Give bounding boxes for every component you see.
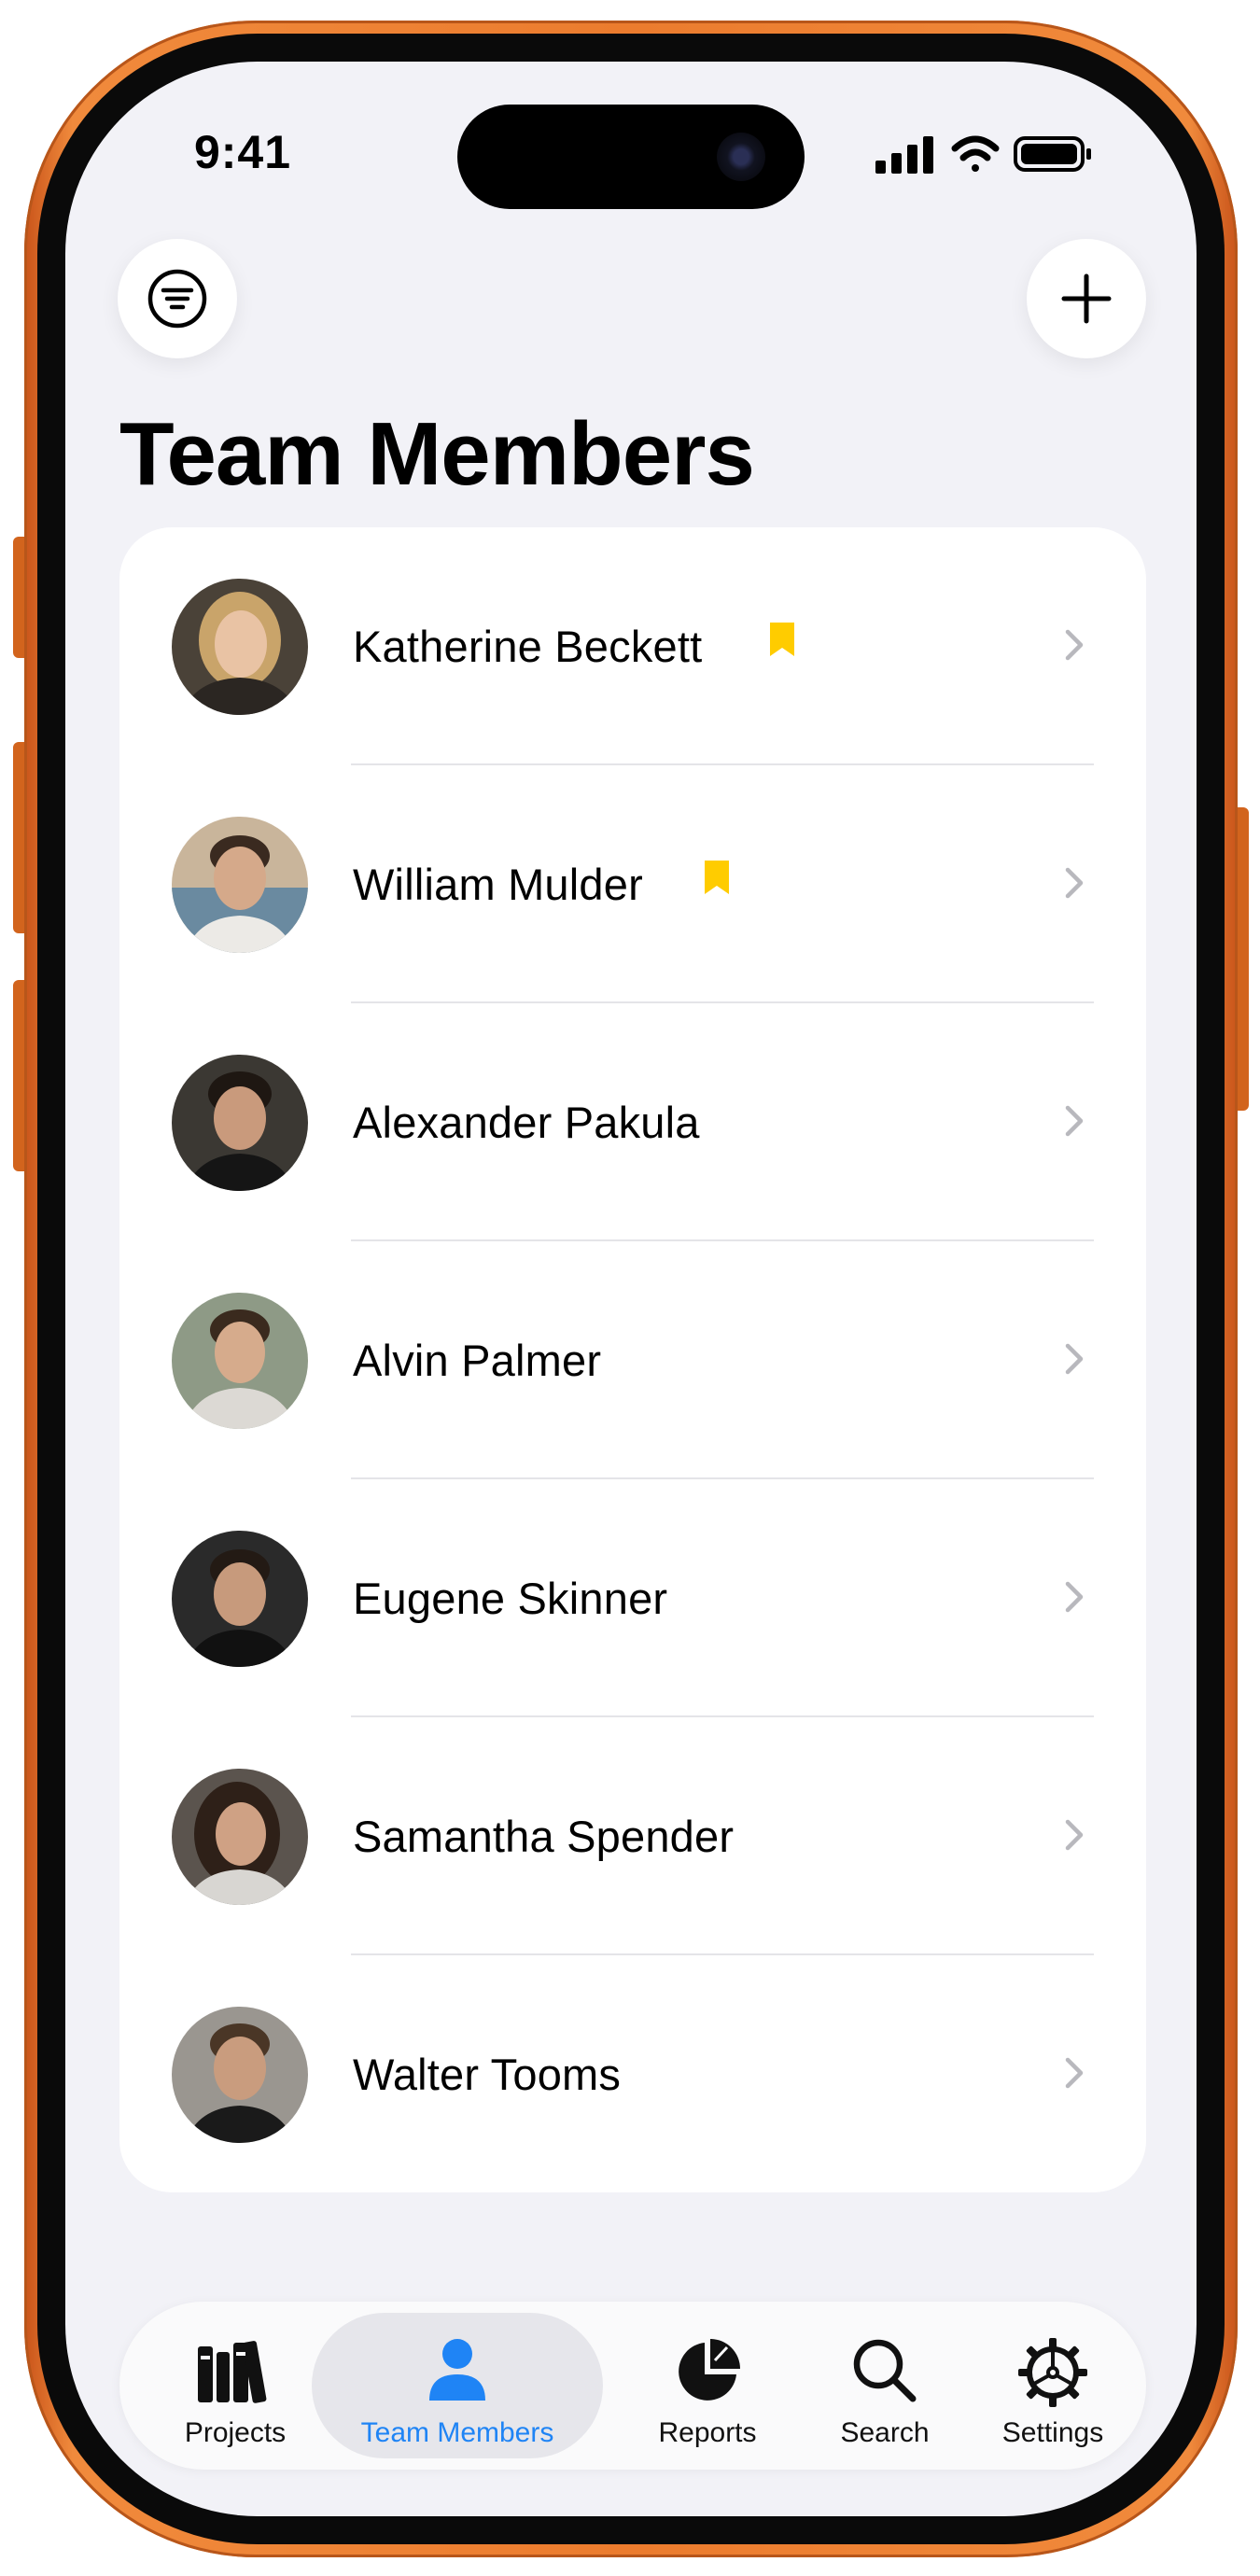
status-time: 9:41 — [193, 126, 292, 178]
chevron-right-icon — [1065, 629, 1084, 661]
chevron-right-icon — [1065, 2057, 1084, 2089]
battery-icon — [1014, 136, 1091, 172]
avatar — [172, 1055, 308, 1191]
dynamic-island — [457, 105, 805, 209]
chevron-right-icon — [1065, 1819, 1084, 1851]
member-name: Katherine Beckett — [353, 622, 703, 671]
avatar — [172, 579, 308, 715]
tab-team-members[interactable]: Team Members — [312, 2313, 603, 2458]
front-camera — [717, 133, 765, 181]
tab-label: Search — [840, 2417, 930, 2448]
chevron-right-icon — [1065, 1581, 1084, 1613]
member-name: William Mulder — [353, 860, 643, 909]
tab-settings[interactable]: Settings — [969, 2313, 1137, 2458]
member-name: Alexander Pakula — [353, 1098, 700, 1147]
member-row[interactable]: Alvin Palmer — [119, 1241, 1146, 1479]
chevron-right-icon — [1065, 1343, 1084, 1375]
member-name: Alvin Palmer — [353, 1336, 602, 1385]
member-name: Samantha Spender — [353, 1812, 735, 1861]
member-row[interactable]: Eugene Skinner — [119, 1479, 1146, 1717]
avatar — [172, 1293, 308, 1429]
gear-icon — [1018, 2338, 1087, 2407]
status-icons — [875, 131, 1099, 177]
books-icon — [198, 2341, 267, 2403]
tab-search[interactable]: Search — [801, 2313, 969, 2458]
wifi-icon — [951, 135, 1000, 172]
chevron-right-icon — [1065, 867, 1084, 899]
avatar — [172, 817, 308, 953]
person-icon — [429, 2339, 485, 2401]
tab-reports[interactable]: Reports — [614, 2313, 801, 2458]
members-list: Katherine Beckett William Mulder Alexand… — [119, 527, 1146, 2192]
member-row[interactable]: Katherine Beckett — [119, 527, 1146, 765]
signal-icon — [875, 136, 933, 174]
tab-label: Settings — [1001, 2417, 1104, 2448]
tab-projects[interactable]: Projects — [131, 2313, 340, 2458]
tab-label: Team Members — [360, 2417, 554, 2448]
pie-chart-icon — [679, 2339, 740, 2401]
filter-icon — [147, 269, 207, 329]
member-row[interactable]: Alexander Pakula — [119, 1003, 1146, 1241]
avatar — [172, 1531, 308, 1667]
magnifier-icon — [853, 2339, 917, 2402]
add-member-button[interactable] — [1027, 239, 1146, 358]
member-name: Walter Tooms — [353, 2050, 622, 2099]
chevron-right-icon — [1065, 1105, 1084, 1137]
tab-bar: Projects Team Members Reports Search Set… — [119, 2302, 1146, 2470]
member-name: Eugene Skinner — [353, 1574, 668, 1623]
avatar — [172, 1769, 308, 1905]
filter-button[interactable] — [118, 239, 237, 358]
plus-icon — [1061, 273, 1112, 324]
tab-label: Reports — [658, 2417, 757, 2448]
bookmark-icon — [705, 861, 729, 894]
member-row[interactable]: Samantha Spender — [119, 1717, 1146, 1955]
tab-label: Projects — [184, 2417, 287, 2448]
page-title: Team Members — [119, 404, 755, 504]
avatar — [172, 2007, 308, 2143]
bookmark-icon — [770, 623, 794, 656]
member-row[interactable]: William Mulder — [119, 765, 1146, 1003]
member-row[interactable]: Walter Tooms — [119, 1955, 1146, 2192]
